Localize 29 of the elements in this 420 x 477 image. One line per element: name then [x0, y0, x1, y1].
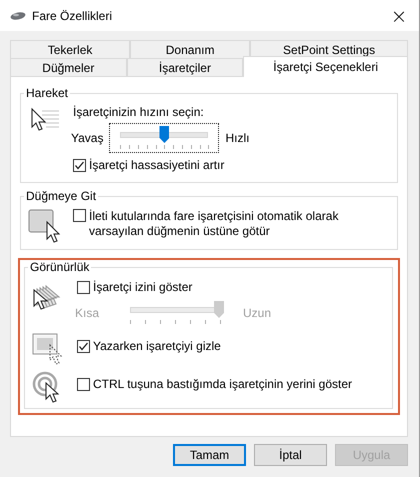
fast-label: Hızlı [225, 131, 250, 145]
checkbox-label: Yazarken işaretçiyi gizle [93, 339, 221, 353]
mouse-icon [10, 10, 26, 20]
group-title: Hareket [25, 86, 70, 100]
dialog-button[interactable]: Tamam [173, 444, 246, 466]
tab[interactable]: Donanım [130, 40, 250, 58]
checkbox[interactable] [73, 209, 86, 222]
checkbox[interactable] [77, 340, 90, 352]
tab[interactable]: İşaretçiler [126, 58, 244, 76]
checkbox-label: İşaretçi hassasiyetini artır [89, 158, 224, 172]
tab[interactable]: Düğmeler [10, 58, 127, 76]
window-title: Fare Özellikleri [32, 8, 112, 22]
speed-slider[interactable] [109, 123, 220, 153]
group-title: Görünürlük [29, 260, 90, 274]
slow-label: Yavaş [71, 131, 104, 145]
checkbox-label: İşaretçi izini göster [93, 280, 192, 294]
checkbox-label: CTRL tuşuna bastığımda işaretçinin yerini göster [93, 377, 352, 391]
speed-prompt: İşaretçinizin hızını seçin: [73, 105, 205, 119]
checkbox[interactable] [73, 158, 86, 172]
close-button[interactable]: × [379, 0, 419, 31]
checkbox[interactable] [77, 280, 90, 294]
long-label: Uzun [243, 306, 272, 320]
short-label: Kısa [75, 306, 100, 320]
checkbox[interactable] [77, 378, 90, 390]
dialog-button[interactable]: İptal [254, 444, 327, 466]
tab[interactable]: Tekerlek [10, 40, 130, 58]
group-title: Düğmeye Git [25, 189, 98, 203]
tab[interactable]: İşaretçi Seçenekleri [243, 56, 408, 77]
checkbox-label: İleti kutularında fare işaretçisini otomatik olarak varsayılan düğmenin üstüne götür [89, 209, 340, 239]
